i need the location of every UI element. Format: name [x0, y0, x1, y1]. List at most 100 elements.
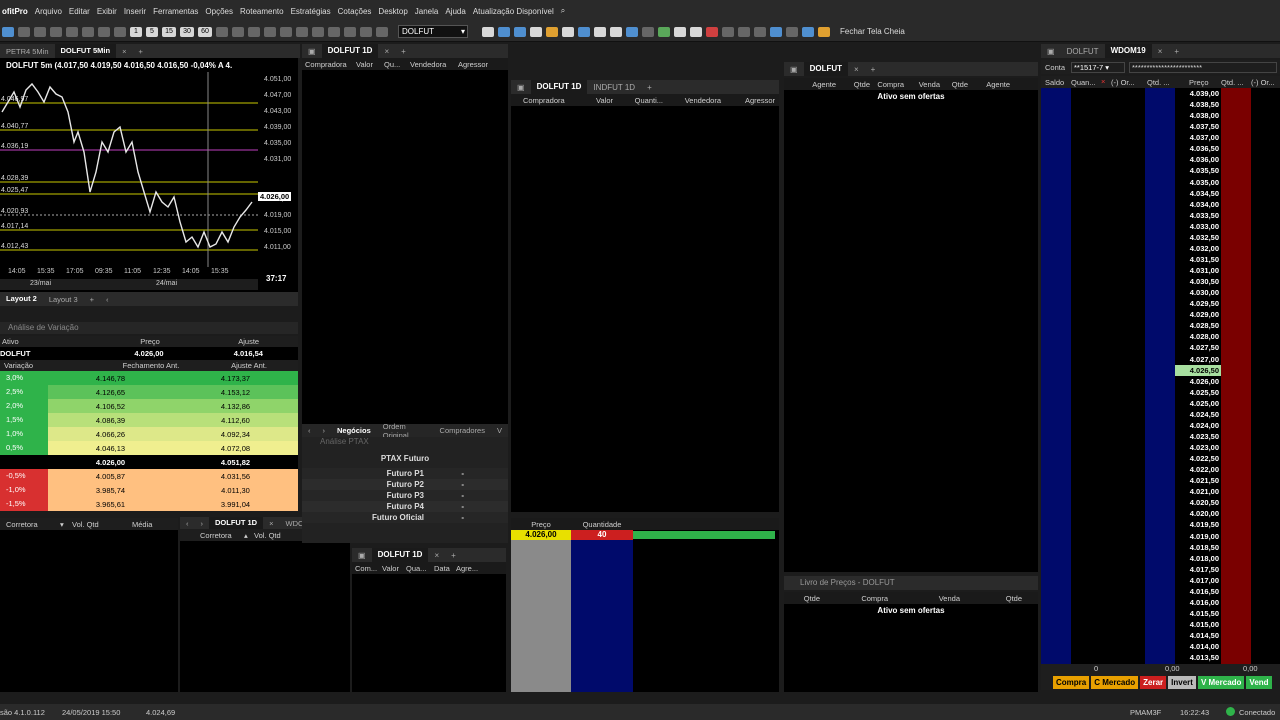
radar-icon[interactable]: [674, 26, 686, 37]
add-tab-icon[interactable]: +: [641, 83, 658, 92]
line-tool-icon[interactable]: [248, 26, 260, 37]
account-select[interactable]: **1517-7 ▾: [1071, 61, 1125, 73]
dom-price-cell[interactable]: 4.024,00: [1175, 420, 1221, 431]
help-icon[interactable]: [818, 26, 830, 37]
dom-price-cell[interactable]: 4.035,50: [1175, 165, 1221, 176]
magnet-icon[interactable]: [344, 26, 356, 37]
copy-icon[interactable]: [66, 26, 78, 37]
dom-price-cell[interactable]: 4.020,00: [1175, 508, 1221, 519]
dom-price-cell[interactable]: 4.014,00: [1175, 641, 1221, 652]
book-window-icon[interactable]: [498, 26, 510, 37]
tab-tt3-dolfut[interactable]: DOLFUT 1D: [371, 548, 429, 562]
strategy-icon[interactable]: [658, 26, 670, 37]
order-icon[interactable]: [578, 26, 590, 37]
add-tab-icon[interactable]: +: [445, 551, 462, 560]
dollar-icon[interactable]: [754, 26, 766, 37]
dom-price-cell[interactable]: 4.026,00: [1175, 376, 1221, 387]
tab-petr4[interactable]: PETR4 5Min: [0, 47, 55, 56]
undo-icon[interactable]: [18, 26, 30, 37]
cut-icon[interactable]: [50, 26, 62, 37]
dom-price-cell[interactable]: 4.020,50: [1175, 497, 1221, 508]
tab-book-dolfut[interactable]: DOLFUT: [803, 62, 848, 76]
close-icon[interactable]: ×: [428, 551, 445, 560]
menu-janela[interactable]: Janela: [415, 7, 439, 16]
sort-up-icon[interactable]: ▴: [244, 531, 254, 540]
period-15-button[interactable]: 15: [162, 26, 176, 37]
chevron-left-icon[interactable]: ‹: [180, 519, 195, 528]
dom-price-cell[interactable]: 4.033,00: [1175, 221, 1221, 232]
news-icon[interactable]: [562, 26, 574, 37]
menu-inserir[interactable]: Inserir: [124, 7, 146, 16]
invert-button[interactable]: Invert: [1168, 675, 1196, 689]
sell-button[interactable]: Vend: [1246, 675, 1272, 689]
dom-price-cell[interactable]: 4.032,50: [1175, 232, 1221, 243]
dom-price-cell[interactable]: 4.013,50: [1175, 652, 1221, 663]
dom-price-cell[interactable]: 4.027,50: [1175, 342, 1221, 353]
filter-icon[interactable]: [722, 26, 734, 37]
dom-price-cell[interactable]: 4.017,50: [1175, 564, 1221, 575]
add-tab-icon[interactable]: +: [865, 65, 882, 74]
close-icon[interactable]: ×: [1152, 47, 1169, 56]
period-30-button[interactable]: 30: [180, 26, 194, 37]
tab-dom-dolfut[interactable]: DOLFUT: [1061, 47, 1105, 56]
dom-ladder[interactable]: 4.039,00 4.038,50 4.038,00 4.037,50 4.037,00…: [1041, 88, 1280, 664]
menu-cotacoes[interactable]: Cotações: [338, 7, 372, 16]
zoom-tool-icon[interactable]: [328, 26, 340, 37]
add-tab-icon[interactable]: +: [132, 47, 148, 56]
dom-price-cell[interactable]: 4.038,50: [1175, 99, 1221, 110]
trend-tool-icon[interactable]: [264, 26, 276, 37]
buy-market-button[interactable]: C Mercado: [1091, 675, 1139, 689]
dom-price-cell[interactable]: 4.017,00: [1175, 575, 1221, 586]
target-icon[interactable]: [690, 26, 702, 37]
menu-ferramentas[interactable]: Ferramentas: [153, 7, 198, 16]
save-icon[interactable]: [2, 26, 14, 37]
dom-price-cell[interactable]: 4.018,00: [1175, 553, 1221, 564]
dom-price-cell[interactable]: 4.028,50: [1175, 320, 1221, 331]
tab-ticker-dolfut[interactable]: DOLFUT 1D: [321, 44, 379, 58]
dom-price-cell[interactable]: 4.034,00: [1175, 199, 1221, 210]
info-icon[interactable]: [770, 26, 782, 37]
add-tab-icon[interactable]: +: [1168, 47, 1185, 56]
paste-icon[interactable]: [82, 26, 94, 37]
menu-arquivo[interactable]: Arquivo: [35, 7, 62, 16]
times-trades-icon[interactable]: [514, 26, 526, 37]
menu-estrategias[interactable]: Estratégias: [291, 7, 331, 16]
eraser-icon[interactable]: [376, 26, 388, 37]
tab-negocios[interactable]: Negócios: [331, 426, 377, 435]
dom-price-cell[interactable]: 4.015,50: [1175, 608, 1221, 619]
dom-price-cell[interactable]: 4.028,00: [1175, 331, 1221, 342]
menu-ajuda[interactable]: Ajuda: [445, 7, 465, 16]
dom-price-cell[interactable]: 4.027,00: [1175, 354, 1221, 365]
dom-price-cell[interactable]: 4.025,00: [1175, 398, 1221, 409]
dom-price-cell[interactable]: 4.022,00: [1175, 464, 1221, 475]
chevron-right-icon[interactable]: ›: [195, 519, 210, 528]
tab-dom-wdom19[interactable]: WDOM19: [1104, 44, 1152, 58]
search-icon[interactable]: ⌕: [561, 6, 565, 16]
redo-icon[interactable]: [34, 26, 46, 37]
price-chart[interactable]: DOLFUT 5m (4.017,50 4.019,50 4.016,50 4.…: [0, 58, 298, 294]
dom-price-cell[interactable]: 4.030,00: [1175, 287, 1221, 298]
crosshair-icon[interactable]: [114, 26, 126, 37]
tab-ticker2-indfut[interactable]: INDFUT 1D: [587, 83, 641, 92]
menu-editar[interactable]: Editar: [69, 7, 90, 16]
news-flash-icon[interactable]: [738, 26, 750, 37]
dom-price-cell[interactable]: 4.023,50: [1175, 431, 1221, 442]
dom-price-cell[interactable]: 4.036,50: [1175, 143, 1221, 154]
dom-price-cell[interactable]: 4.039,00: [1175, 88, 1221, 99]
cursor-icon[interactable]: [98, 26, 110, 37]
period-60-button[interactable]: 60: [198, 26, 212, 37]
add-layout-icon[interactable]: +: [84, 295, 100, 304]
dom-price-cell[interactable]: 4.021,50: [1175, 475, 1221, 486]
dom-price-cell[interactable]: 4.019,00: [1175, 531, 1221, 542]
close-icon[interactable]: ×: [263, 519, 279, 528]
close-icon[interactable]: ×: [1101, 77, 1105, 86]
zoom-in-icon[interactable]: [216, 26, 228, 37]
period-5-button[interactable]: 5: [146, 26, 158, 37]
fullscreen-button[interactable]: Fechar Tela Cheia: [840, 27, 905, 36]
monitor-icon[interactable]: [802, 26, 814, 37]
chart-window-icon[interactable]: [482, 26, 494, 37]
close-icon[interactable]: ×: [116, 47, 132, 56]
buy-button[interactable]: Compra: [1053, 675, 1090, 689]
dom-price-cell[interactable]: 4.016,50: [1175, 586, 1221, 597]
dom-price-cell[interactable]: 4.024,50: [1175, 409, 1221, 420]
